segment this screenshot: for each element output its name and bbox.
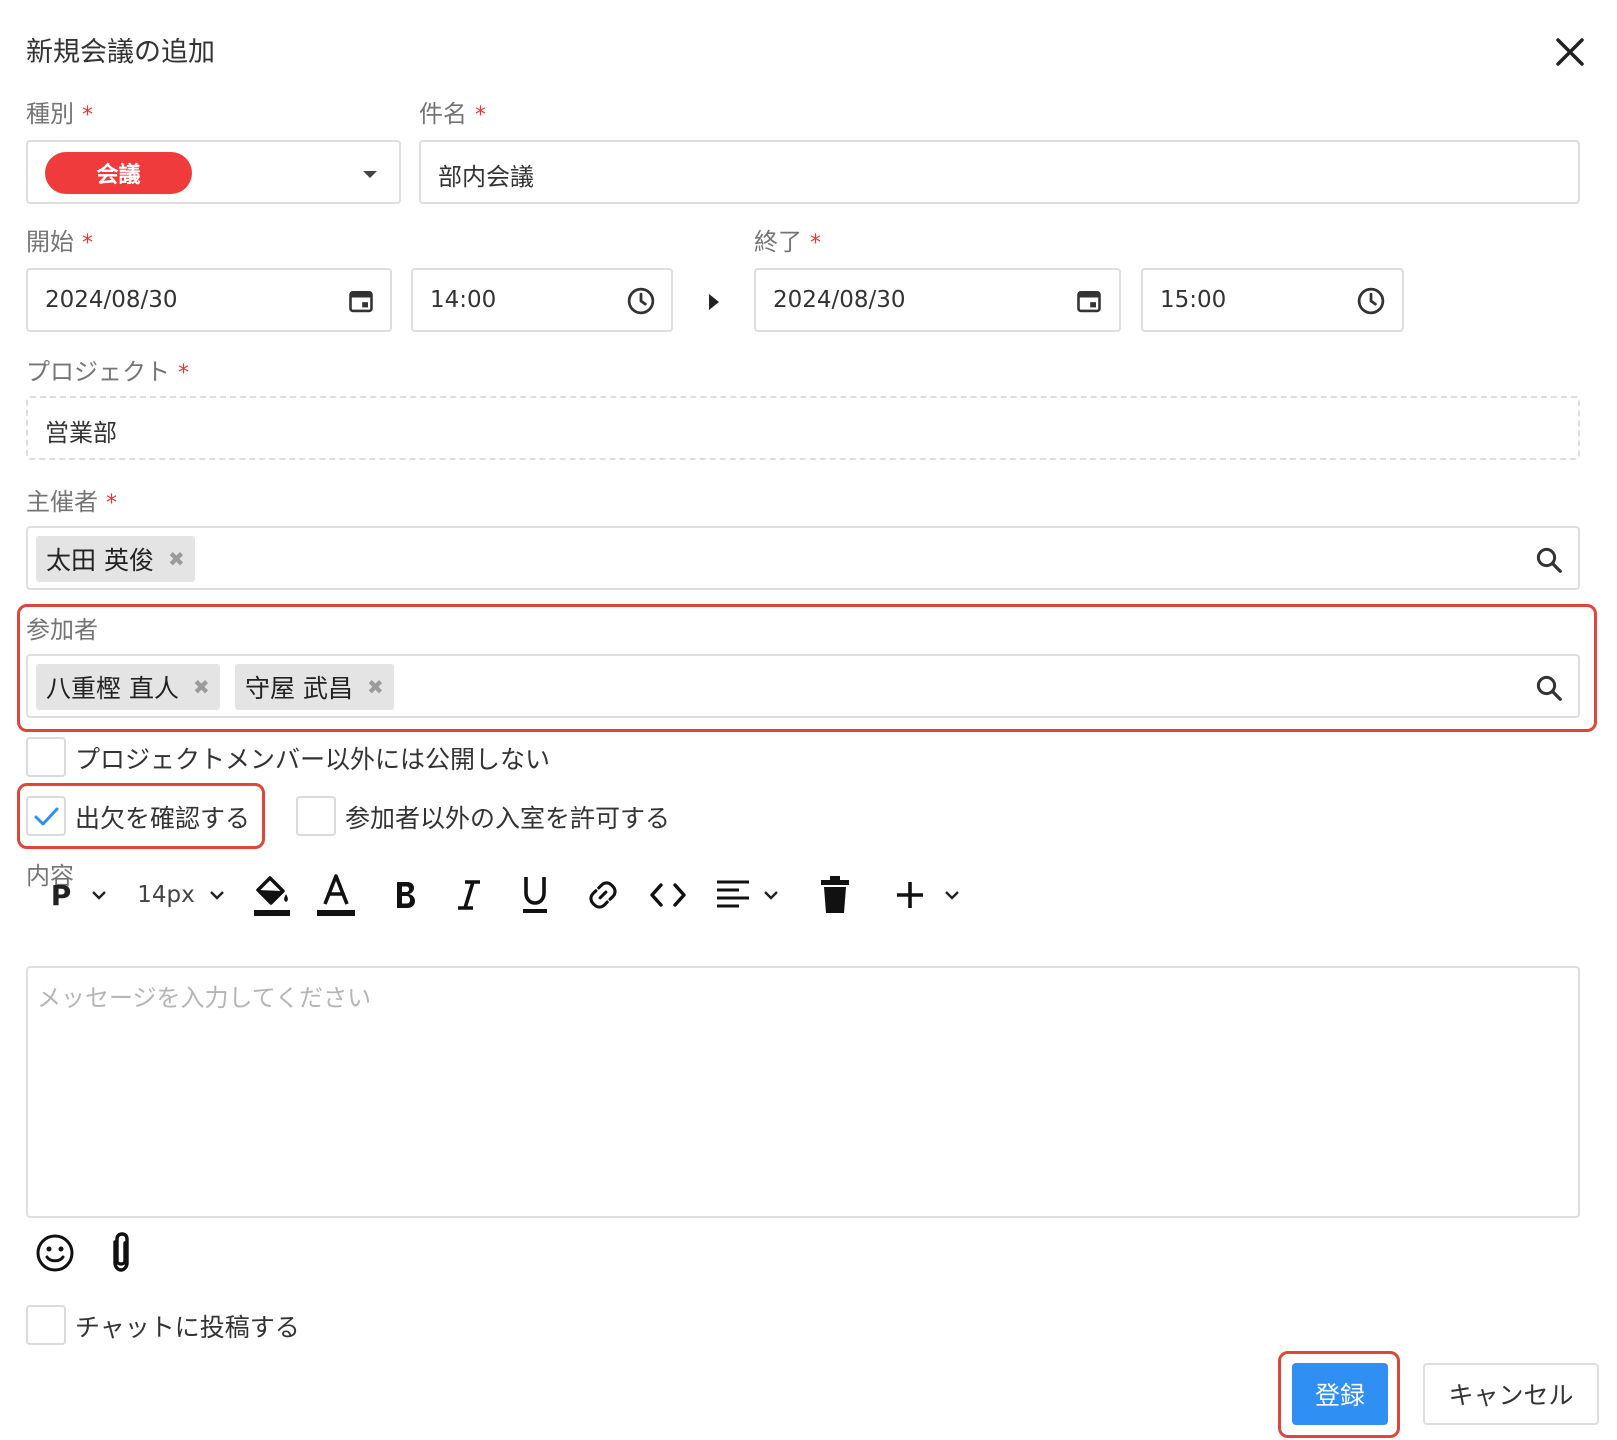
start-time-input[interactable]: 14:00 — [411, 268, 673, 332]
required-mark: * — [810, 231, 821, 256]
end-time-value: 15:00 — [1160, 287, 1227, 313]
type-badge: 会議 — [45, 152, 192, 194]
bold-icon[interactable] — [388, 868, 422, 922]
arrow-right-icon — [706, 292, 722, 312]
trash-icon[interactable] — [818, 868, 852, 922]
calendar-icon[interactable] — [1074, 286, 1104, 316]
remove-icon[interactable]: ✖ — [168, 547, 185, 571]
participant-chip: 守屋 武昌 ✖ — [235, 664, 394, 710]
start-time-value: 14:00 — [430, 287, 497, 313]
subject-input[interactable]: 部内会議 — [419, 140, 1580, 204]
start-date-value: 2024/08/30 — [45, 287, 178, 313]
clock-icon[interactable] — [1355, 285, 1387, 317]
align-left-icon — [717, 880, 749, 908]
start-date-input[interactable]: 2024/08/30 — [26, 268, 392, 332]
chevron-down-icon — [764, 891, 778, 900]
font-size-dropdown[interactable]: 14px — [136, 868, 228, 922]
code-icon[interactable] — [648, 868, 688, 922]
content-placeholder: メッセージを入力してください — [37, 984, 372, 1012]
chevron-down-icon — [945, 891, 959, 900]
fill-color-icon[interactable] — [250, 868, 294, 922]
private-checkbox-label: プロジェクトメンバー以外には公開しない — [75, 745, 551, 774]
content-editor[interactable]: メッセージを入力してください — [26, 966, 1580, 1218]
project-field: 営業部 — [26, 396, 1580, 460]
participant-chip: 八重樫 直人 ✖ — [36, 664, 220, 710]
project-label: プロジェクト * — [26, 358, 189, 386]
attendance-checkbox[interactable] — [26, 796, 66, 836]
paragraph-style-dropdown[interactable]: P — [44, 868, 116, 922]
private-checkbox[interactable] — [26, 737, 66, 777]
start-label: 開始 * — [26, 228, 93, 256]
dialog-title: 新規会議の追加 — [26, 37, 215, 68]
cancel-button[interactable]: キャンセル — [1423, 1363, 1599, 1425]
end-date-input[interactable]: 2024/08/30 — [754, 268, 1121, 332]
chevron-down-icon — [92, 891, 107, 900]
chevron-down-icon — [209, 891, 224, 900]
end-date-value: 2024/08/30 — [773, 287, 906, 313]
allow-others-checkbox-label: 参加者以外の入室を許可する — [345, 804, 671, 833]
subject-value: 部内会議 — [438, 163, 534, 191]
remove-icon[interactable]: ✖ — [193, 675, 210, 699]
paperclip-icon[interactable] — [104, 1230, 138, 1276]
subject-label: 件名 * — [419, 100, 486, 128]
participants-input[interactable]: 八重樫 直人 ✖ 守屋 武昌 ✖ — [26, 654, 1580, 718]
submit-button[interactable]: 登録 — [1292, 1363, 1388, 1425]
font-size-value: 14px — [137, 882, 195, 908]
project-value: 営業部 — [45, 419, 117, 447]
italic-icon[interactable] — [452, 868, 486, 922]
close-icon[interactable] — [1550, 32, 1590, 72]
required-mark: * — [82, 103, 93, 128]
paragraph-style-value: P — [50, 878, 72, 912]
remove-icon[interactable]: ✖ — [367, 675, 384, 699]
post-chat-checkbox[interactable] — [26, 1305, 66, 1345]
attendance-checkbox-label: 出欠を確認する — [75, 804, 251, 833]
search-icon[interactable] — [1533, 544, 1565, 576]
link-icon[interactable] — [584, 868, 622, 922]
end-time-input[interactable]: 15:00 — [1141, 268, 1404, 332]
align-dropdown[interactable] — [712, 868, 784, 922]
insert-dropdown[interactable] — [888, 868, 968, 922]
type-select[interactable]: 会議 — [26, 140, 401, 204]
emoji-icon[interactable] — [34, 1232, 76, 1274]
end-label: 終了 * — [754, 228, 821, 256]
font-color-icon[interactable] — [316, 868, 356, 922]
required-mark: * — [475, 103, 486, 128]
plus-icon — [897, 882, 923, 908]
post-chat-checkbox-label: チャットに投稿する — [75, 1313, 300, 1342]
calendar-icon[interactable] — [346, 286, 376, 316]
organizer-chip: 太田 英俊 ✖ — [36, 536, 195, 582]
required-mark: * — [178, 361, 189, 386]
allow-others-checkbox[interactable] — [296, 796, 336, 836]
caret-down-icon — [358, 162, 382, 186]
clock-icon[interactable] — [625, 285, 657, 317]
required-mark: * — [106, 491, 117, 516]
underline-icon[interactable] — [518, 868, 552, 922]
search-icon[interactable] — [1533, 672, 1565, 704]
participants-label: 参加者 — [26, 616, 98, 644]
type-label: 種別 * — [26, 100, 93, 128]
required-mark: * — [82, 231, 93, 256]
organizer-label: 主催者 * — [26, 488, 117, 516]
organizer-input[interactable]: 太田 英俊 ✖ — [26, 526, 1580, 590]
